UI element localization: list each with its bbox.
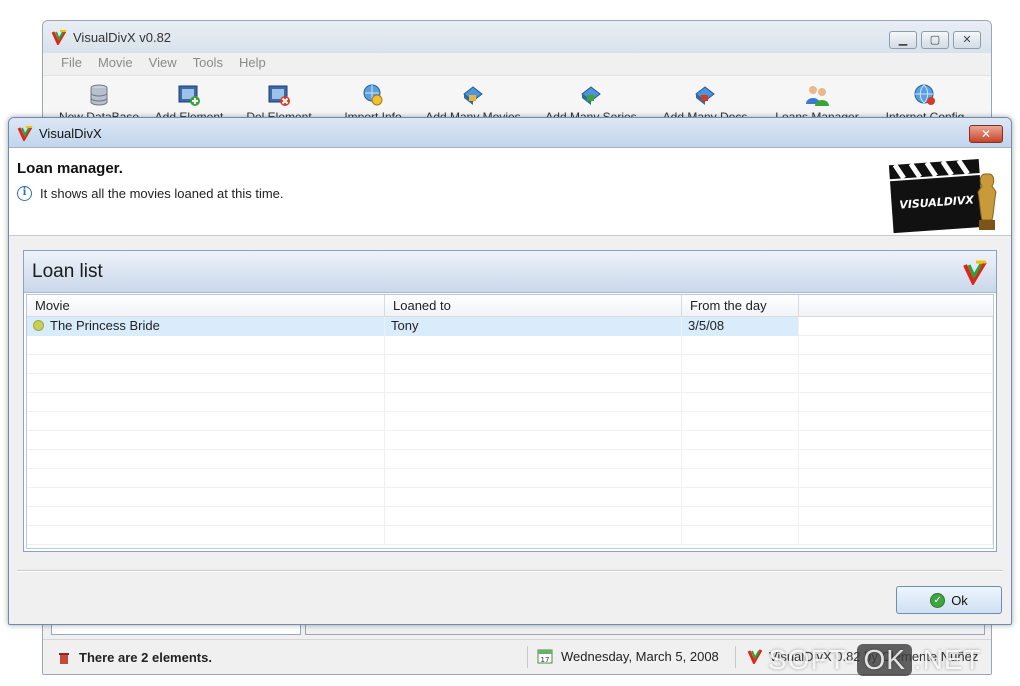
dialog-heading: Loan manager. xyxy=(17,160,123,177)
menu-file[interactable]: File xyxy=(53,53,90,75)
column-header-filler xyxy=(799,295,993,317)
menu-tools[interactable]: Tools xyxy=(185,53,231,75)
dialog-description-text: It shows all the movies loaned at this t… xyxy=(40,186,284,201)
element-count-text: There are 2 elements. xyxy=(79,650,212,665)
table-body: The Princess Bride Tony 3/5/08 xyxy=(27,317,993,545)
status-divider xyxy=(735,646,736,668)
trash-icon xyxy=(59,652,69,664)
empty-row xyxy=(27,469,993,488)
delete-element-icon xyxy=(268,85,290,106)
ok-button-label: Ok xyxy=(951,592,968,608)
cell-movie-text: The Princess Bride xyxy=(50,318,160,333)
app-logo-icon xyxy=(963,260,987,285)
empty-row xyxy=(27,507,993,526)
menu-help[interactable]: Help xyxy=(231,53,274,75)
loan-list-header: Loan list xyxy=(24,251,996,293)
loan-table: Movie Loaned to From the day The Princes… xyxy=(26,294,994,549)
close-button[interactable]: ✕ xyxy=(953,31,981,49)
column-header-loaned-to[interactable]: Loaned to xyxy=(385,295,682,317)
cell-from-day: 3/5/08 xyxy=(682,317,799,336)
dialog-header: Loan manager. i It shows all the movies … xyxy=(9,148,1011,236)
empty-row xyxy=(27,374,993,393)
calendar-icon: 17 xyxy=(537,649,553,664)
add-series-icon xyxy=(581,86,601,105)
window-controls: ▁ ▢ ✕ xyxy=(889,31,981,49)
column-header-movie[interactable]: Movie xyxy=(27,295,385,317)
clapperboard-logo-icon: VISUALDIVX xyxy=(888,159,997,234)
dialog-close-button[interactable]: ✕ xyxy=(969,125,1003,143)
loans-manager-icon xyxy=(806,86,829,106)
add-docs-icon xyxy=(695,86,715,105)
cell-filler xyxy=(799,317,993,336)
empty-row xyxy=(27,488,993,507)
element-count: There are 2 elements. xyxy=(57,650,212,665)
watermark-right: .NET xyxy=(913,644,982,675)
dialog-description: i It shows all the movies loaned at this… xyxy=(17,186,284,201)
app-logo-icon xyxy=(51,30,67,45)
dialog-title: VisualDivX xyxy=(39,126,102,141)
status-date: 17 Wednesday, March 5, 2008 xyxy=(537,648,719,664)
empty-row xyxy=(27,355,993,374)
dialog-separator xyxy=(17,570,1003,572)
status-date-text: Wednesday, March 5, 2008 xyxy=(561,648,719,664)
import-info-icon xyxy=(363,84,383,106)
empty-row xyxy=(27,431,993,450)
watermark: SOFT- OK .NET xyxy=(768,640,982,680)
loan-list-panel: Loan list Movie Loaned to From the day T… xyxy=(23,250,997,552)
ok-button[interactable]: ✓ Ok xyxy=(896,586,1002,614)
empty-row xyxy=(27,412,993,431)
empty-row xyxy=(27,336,993,355)
empty-row xyxy=(27,526,993,545)
svg-text:17: 17 xyxy=(541,656,550,664)
maximize-button[interactable]: ▢ xyxy=(921,31,949,49)
app-logo-icon xyxy=(17,126,33,141)
table-row[interactable]: The Princess Bride Tony 3/5/08 xyxy=(27,317,993,336)
minimize-button[interactable]: ▁ xyxy=(889,31,917,49)
add-element-icon xyxy=(178,85,200,106)
status-dot-icon xyxy=(33,320,44,331)
watermark-mid: OK xyxy=(857,644,912,676)
column-header-from-the-day[interactable]: From the day xyxy=(682,295,799,317)
cell-loaned-to: Tony xyxy=(385,317,682,336)
internet-config-icon xyxy=(914,84,935,105)
checkmark-icon: ✓ xyxy=(930,592,946,608)
menu-movie[interactable]: Movie xyxy=(90,53,141,75)
empty-row xyxy=(27,393,993,412)
status-divider xyxy=(527,646,528,668)
empty-row xyxy=(27,450,993,469)
cell-movie: The Princess Bride xyxy=(27,317,385,336)
info-icon: i xyxy=(17,186,32,201)
main-titlebar[interactable]: VisualDivX v0.82 ▁ ▢ ✕ xyxy=(43,21,991,53)
watermark-left: SOFT- xyxy=(768,644,856,675)
menu-bar: File Movie View Tools Help xyxy=(43,53,991,75)
database-icon xyxy=(90,84,108,106)
loan-list-title: Loan list xyxy=(32,261,103,282)
table-header: Movie Loaned to From the day xyxy=(27,295,993,317)
menu-view[interactable]: View xyxy=(141,53,185,75)
add-movies-icon xyxy=(463,86,483,105)
app-logo-icon xyxy=(747,649,763,664)
main-window-title: VisualDivX v0.82 xyxy=(73,30,172,45)
loan-manager-dialog: VisualDivX ✕ Loan manager. i It shows al… xyxy=(8,117,1012,625)
dialog-titlebar[interactable]: VisualDivX ✕ xyxy=(9,118,1011,148)
